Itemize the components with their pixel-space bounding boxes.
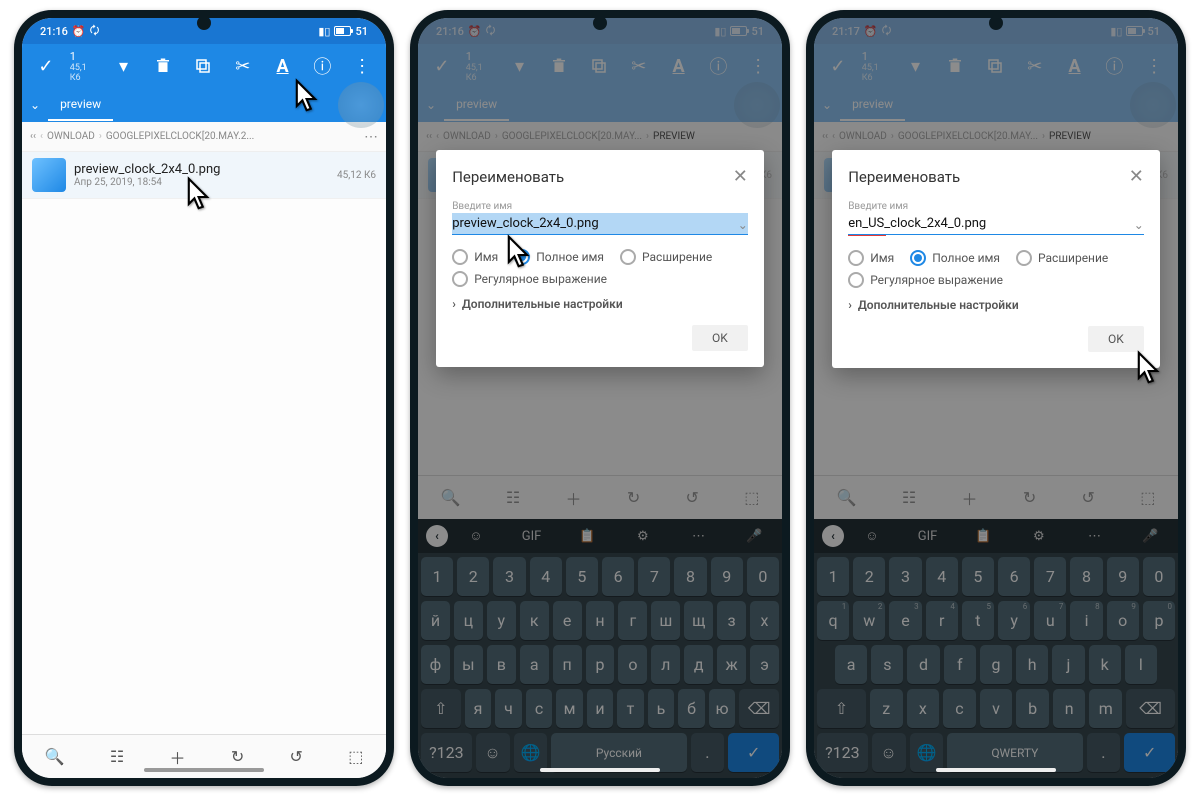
- sync-icon: 🗘: [90, 22, 100, 41]
- radio-regex[interactable]: Регулярное выражение: [452, 271, 607, 287]
- rename-input[interactable]: [848, 213, 1144, 235]
- watermark: [338, 82, 384, 128]
- refresh-icon[interactable]: ↻: [231, 747, 244, 766]
- radio-regex[interactable]: Регулярное выражение: [848, 272, 1003, 288]
- additional-settings[interactable]: ›Дополнительные настройки: [452, 297, 748, 311]
- history-icon[interactable]: ↺: [290, 747, 303, 766]
- file-size: 45,12 К6: [337, 170, 376, 181]
- battery-pct: 51: [355, 25, 368, 38]
- ok-button[interactable]: OK: [1088, 326, 1144, 352]
- file-item[interactable]: preview_clock_2x4_0.pngАпр 25, 2019, 18:…: [22, 152, 386, 199]
- dialog-title: Переименовать: [452, 168, 564, 186]
- overflow-icon[interactable]: ⋮: [342, 46, 382, 86]
- bc-more[interactable]: ⋯: [364, 129, 378, 145]
- search-icon[interactable]: 🔍: [45, 747, 65, 766]
- radio-ext[interactable]: Расширение: [620, 249, 712, 265]
- view-icon[interactable]: ☷: [110, 747, 124, 766]
- dialog-overlay: [418, 18, 782, 778]
- rename-dialog: Переименовать ✕ Введите имя ⌄ Имя Полное …: [436, 150, 764, 367]
- chevron-down-icon[interactable]: ⌄: [1134, 218, 1144, 232]
- rename-input[interactable]: [452, 213, 748, 235]
- clock: 21:16: [40, 25, 68, 38]
- input-label: Введите имя: [848, 201, 1144, 212]
- ok-button[interactable]: OK: [692, 325, 748, 351]
- delete-icon[interactable]: [143, 46, 183, 86]
- sel-size: 45,1 К6: [70, 63, 100, 83]
- tab-row: ⌄ preview: [22, 88, 386, 122]
- bc-back[interactable]: ‹‹: [30, 131, 36, 142]
- phone-2: 21:16⏰🗘 ▮▯51 ✓145,1 К6▾ ✂Aⓘ⋮ ⌄preview ‹‹…: [410, 10, 790, 786]
- chevron-down-icon[interactable]: ⌄: [738, 218, 748, 232]
- radio-name[interactable]: Имя: [452, 249, 498, 265]
- select-icon[interactable]: ⬚: [348, 747, 363, 766]
- dropdown-icon[interactable]: ▾: [104, 46, 144, 86]
- bc-1[interactable]: OWNLOAD: [47, 131, 95, 142]
- file-thumb: [32, 158, 66, 192]
- rename-dialog: Переименовать ✕ Введите имя ⌄ Имя Полное …: [832, 150, 1160, 368]
- radio-ext[interactable]: Расширение: [1016, 250, 1108, 266]
- file-list: preview_clock_2x4_0.pngАпр 25, 2019, 18:…: [22, 152, 386, 734]
- phone-1: 21:16 ⏰ 🗘 ▮▯ 51 ✓ 145,1 К6 ▾ ✂ A ⓘ ⋮ ⌄ prev…: [14, 10, 394, 786]
- additional-settings[interactable]: ›Дополнительные настройки: [848, 298, 1144, 312]
- bc-2[interactable]: GOOGLEPIXELCLOCK[20.MAY.2...: [106, 131, 254, 142]
- add-icon[interactable]: ＋: [170, 745, 186, 769]
- copy-icon[interactable]: [183, 46, 223, 86]
- radio-fullname[interactable]: Полное имя: [910, 250, 1000, 266]
- input-label: Введите имя: [452, 201, 748, 212]
- file-name: preview_clock_2x4_0.png: [74, 162, 337, 177]
- radio-name[interactable]: Имя: [848, 250, 894, 266]
- sel-count: 1: [70, 50, 100, 63]
- alarm-icon: ⏰: [72, 25, 86, 38]
- file-date: Апр 25, 2019, 18:54: [74, 177, 337, 188]
- action-bar: ✓ 145,1 К6 ▾ ✂ A ⓘ ⋮: [22, 44, 386, 88]
- phone-3: 21:17⏰🗘 ▮▯51 ✓145,1 К6▾ ✂Aⓘ⋮ ⌄preview ‹‹…: [806, 10, 1186, 786]
- info-icon[interactable]: ⓘ: [302, 46, 342, 86]
- dialog-overlay: [814, 18, 1178, 778]
- tab-preview[interactable]: preview: [48, 89, 113, 121]
- confirm-icon[interactable]: ✓: [26, 46, 66, 86]
- rename-icon[interactable]: A: [263, 46, 303, 86]
- breadcrumb: ‹‹‹ OWNLOAD› GOOGLEPIXELCLOCK[20.MAY.2..…: [22, 122, 386, 152]
- collapse-icon[interactable]: ⌄: [30, 98, 40, 112]
- battery-icon: [334, 26, 351, 36]
- cut-icon[interactable]: ✂: [223, 46, 263, 86]
- signal-icon: ▮▯: [318, 25, 330, 38]
- radio-fullname[interactable]: Полное имя: [514, 249, 604, 265]
- dialog-title: Переименовать: [848, 168, 960, 186]
- close-icon[interactable]: ✕: [733, 166, 748, 187]
- close-icon[interactable]: ✕: [1129, 166, 1144, 187]
